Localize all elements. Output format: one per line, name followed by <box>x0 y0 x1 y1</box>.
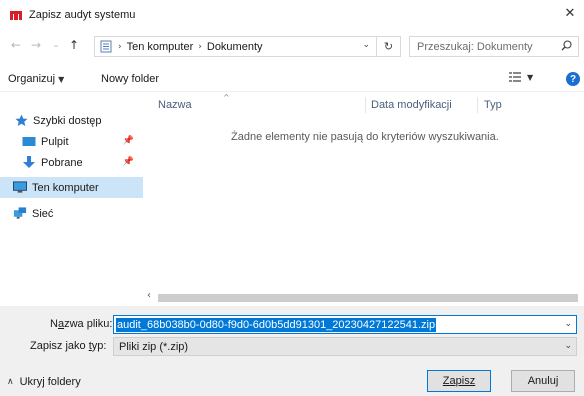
new-folder-button[interactable]: Nowy folder <box>101 73 159 85</box>
save-as-type-select[interactable]: Pliki zip (*.zip) ⌄ <box>113 337 577 356</box>
computer-icon <box>13 181 27 195</box>
column-header-type[interactable]: Typ <box>484 99 502 111</box>
hide-folders-label: Ukryj foldery <box>19 376 81 388</box>
recent-locations-chevron-icon[interactable]: ⌄ <box>48 37 64 53</box>
breadcrumb-separator-icon: › <box>198 41 202 52</box>
search-placeholder: Przeszukaj: Dokumenty <box>417 40 533 53</box>
window-title: Zapisz audyt systemu <box>29 9 136 21</box>
view-options-icon <box>509 72 521 82</box>
chevron-down-icon[interactable]: ⌄ <box>564 341 572 351</box>
navigation-bar: ← → ⌄ ↑ › Ten komputer › Dokumenty ⌄ ↻ P… <box>0 32 584 60</box>
pin-icon[interactable]: 📌 <box>123 157 134 167</box>
filename-value: audit_68b038b0-0d80-f9d0-6d0b5dd91301_20… <box>116 317 437 332</box>
sidebar-item-label: Ten komputer <box>32 181 99 194</box>
sidebar-item-label: Pulpit <box>41 135 69 148</box>
documents-folder-icon <box>99 40 113 53</box>
sidebar-item-label: Szybki dostęp <box>33 114 102 127</box>
download-icon <box>22 156 36 170</box>
help-icon[interactable]: ? <box>566 72 580 86</box>
organize-label: Organizuj <box>8 73 56 85</box>
network-icon <box>13 207 27 221</box>
title-bar: Zapisz audyt systemu ✕ <box>0 0 584 30</box>
star-icon <box>14 114 28 128</box>
save-as-type-value: Pliki zip (*.zip) <box>119 340 189 353</box>
navigation-pane: Szybki dostęp Pulpit 📌 Pobrane 📌 Ten kom… <box>0 93 143 298</box>
change-view-button[interactable]: ▼ <box>509 72 533 82</box>
sort-ascending-icon: ^ <box>223 93 230 102</box>
app-logo-icon <box>9 10 23 21</box>
organize-button[interactable]: Organizuj ▼ <box>8 73 64 85</box>
caret-down-icon: ▼ <box>527 72 534 82</box>
empty-results-message: Żadne elementy nie pasują do kryteriów w… <box>231 131 499 143</box>
sidebar-item-downloads[interactable]: Pobrane 📌 <box>0 152 143 173</box>
hide-folders-button[interactable]: ∧ Ukryj foldery <box>7 376 81 388</box>
column-header-date-modified[interactable]: Data modyfikacji <box>371 99 452 111</box>
sidebar-item-quick-access[interactable]: Szybki dostęp <box>0 110 143 131</box>
back-arrow-icon[interactable]: ← <box>8 37 24 53</box>
filename-input[interactable]: audit_68b038b0-0d80-f9d0-6d0b5dd91301_20… <box>113 315 577 334</box>
cancel-button-label: Anuluj <box>527 375 559 387</box>
breadcrumb-dokumenty[interactable]: Dokumenty <box>207 41 263 53</box>
column-divider[interactable] <box>365 97 366 113</box>
save-button-label: Zapisz <box>442 375 476 387</box>
address-bar[interactable]: › Ten komputer › Dokumenty ⌄ <box>94 36 377 57</box>
chevron-down-icon[interactable]: ⌄ <box>564 319 572 329</box>
close-icon[interactable]: ✕ <box>562 5 578 21</box>
sidebar-item-desktop[interactable]: Pulpit 📌 <box>0 131 143 152</box>
caret-down-icon: ▼ <box>58 75 65 84</box>
filename-label: Nazwa pliku: <box>50 318 113 330</box>
sidebar-item-network[interactable]: Sieć <box>0 203 143 224</box>
up-arrow-icon[interactable]: ↑ <box>66 37 82 53</box>
command-toolbar: Organizuj ▼ Nowy folder ▼ ? <box>0 66 584 92</box>
save-options-panel: Nazwa pliku: audit_68b038b0-0d80-f9d0-6d… <box>0 306 584 396</box>
forward-arrow-icon[interactable]: → <box>28 37 44 53</box>
chevron-up-icon: ∧ <box>7 377 14 387</box>
desktop-icon <box>22 135 36 149</box>
scrollbar-thumb[interactable] <box>158 294 578 302</box>
search-input[interactable]: Przeszukaj: Dokumenty <box>409 36 579 57</box>
sidebar-item-label: Sieć <box>32 207 54 220</box>
sidebar-item-label: Pobrane <box>41 156 83 169</box>
refresh-icon[interactable]: ↻ <box>377 36 401 57</box>
cancel-button[interactable]: Anuluj <box>511 370 575 392</box>
column-header-name[interactable]: Nazwa <box>158 99 192 111</box>
column-divider[interactable] <box>477 97 478 113</box>
search-icon <box>561 40 572 54</box>
save-as-type-label: Zapisz jako typ: <box>30 340 107 352</box>
address-dropdown-icon[interactable]: ⌄ <box>362 40 370 50</box>
save-button[interactable]: Zapisz <box>427 370 491 392</box>
sidebar-item-this-pc[interactable]: Ten komputer <box>0 177 143 198</box>
scroll-left-icon[interactable]: ‹ <box>147 290 151 301</box>
horizontal-scrollbar[interactable]: ‹ <box>143 290 584 304</box>
breadcrumb-separator-icon: › <box>118 41 122 52</box>
breadcrumb-ten-komputer[interactable]: Ten komputer <box>127 41 194 53</box>
file-list[interactable]: ^ Nazwa Data modyfikacji Typ Żadne eleme… <box>143 93 584 298</box>
pin-icon[interactable]: 📌 <box>123 136 134 146</box>
